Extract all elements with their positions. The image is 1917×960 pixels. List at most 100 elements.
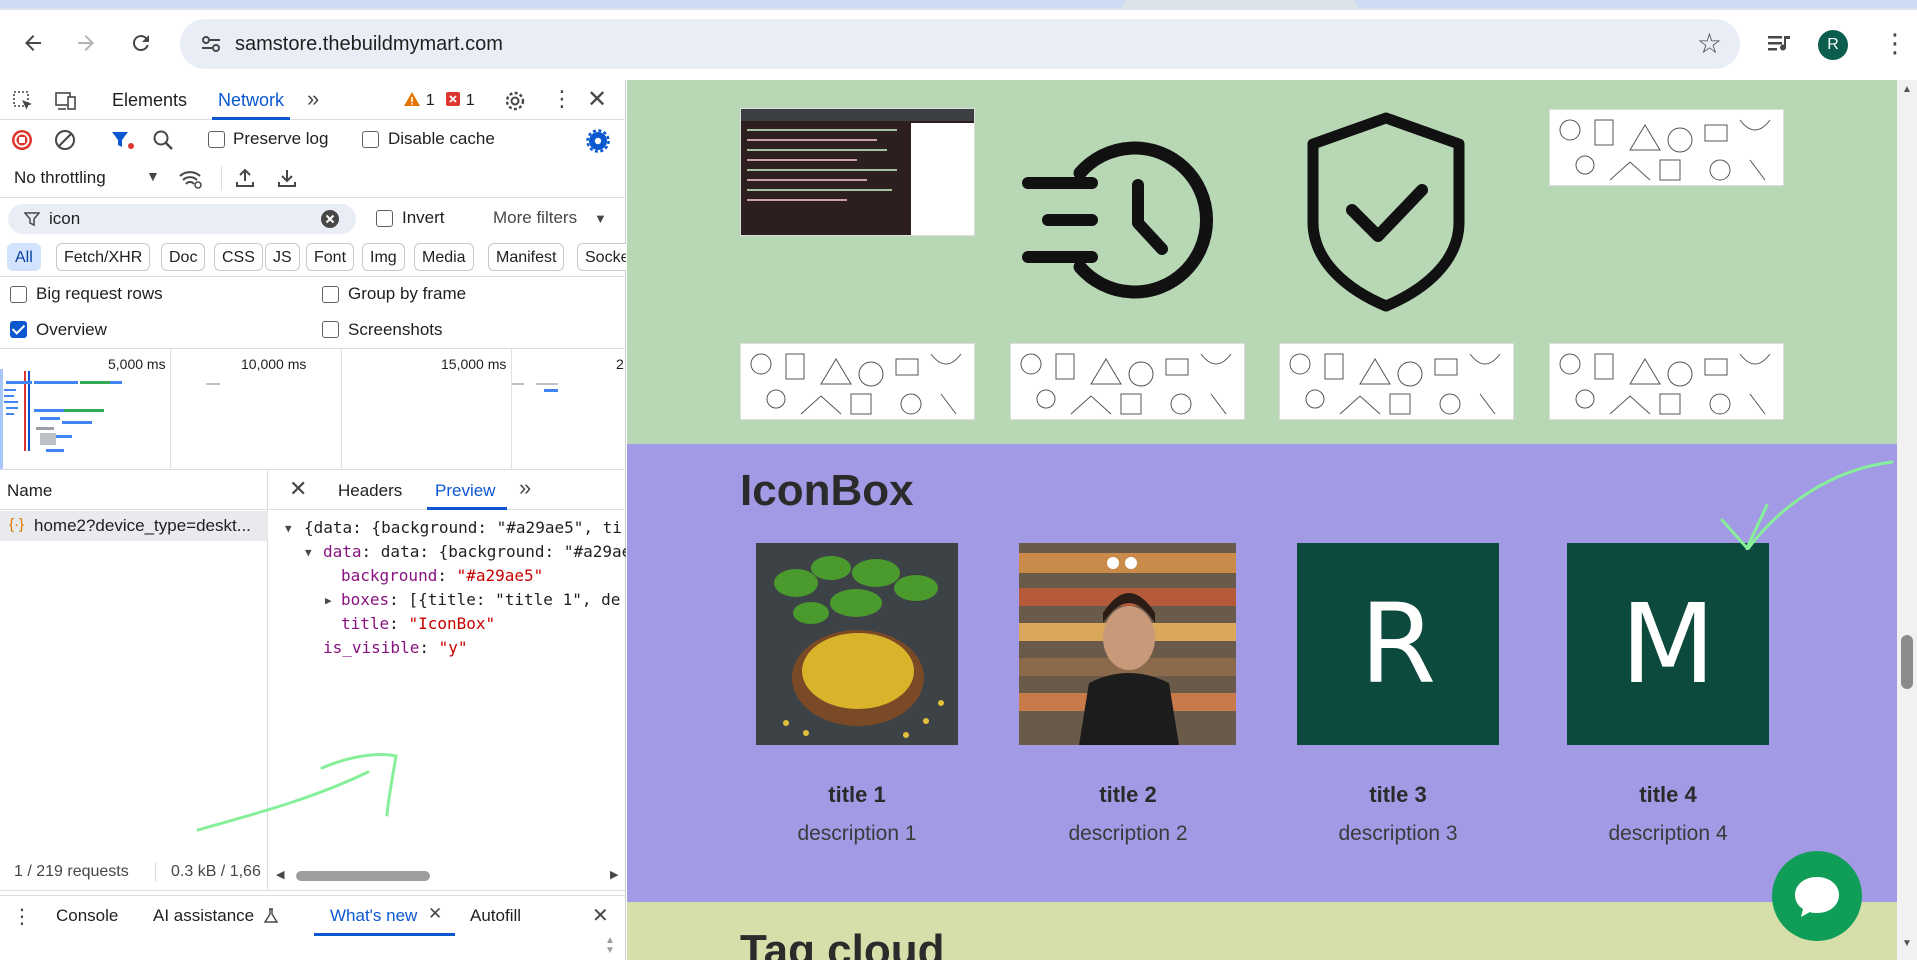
import-har-upload-icon[interactable] (234, 167, 256, 189)
json-key: background (341, 566, 438, 585)
drawer-tab-whats-new[interactable]: What's new (330, 906, 417, 926)
more-filters-dropdown[interactable]: More filters (493, 208, 577, 228)
card-letter: R (1359, 580, 1437, 708)
json-root-line[interactable]: {data: {background: "#a29ae5", ti (304, 518, 622, 537)
details-tabbar: ✕ Headers Preview » (269, 470, 626, 510)
bookmark-star-icon[interactable]: ☆ (1697, 27, 1722, 60)
group-by-frame-checkbox[interactable] (322, 286, 339, 303)
type-chip-media[interactable]: Media (414, 243, 474, 271)
close-drawer-icon[interactable]: ✕ (592, 903, 609, 928)
expand-triangle-icon[interactable]: ▶ (325, 594, 332, 607)
type-chip-fetch-xhr[interactable]: Fetch/XHR (56, 243, 151, 271)
error-indicator[interactable]: 1 (445, 90, 475, 110)
json-data-summary: data: {background: "#a29ae5", t (380, 542, 626, 561)
tab-network[interactable]: Network (211, 80, 291, 120)
screenshot-thumbnail[interactable] (740, 108, 975, 236)
chat-button[interactable] (1772, 851, 1862, 941)
browser-tab[interactable] (1355, 0, 1917, 8)
sketch-pattern-image[interactable] (1010, 343, 1245, 420)
url-text[interactable]: samstore.thebuildmymart.com (235, 33, 503, 56)
chevron-down-icon[interactable]: ▼ (594, 211, 607, 226)
card-image-shopper[interactable] (1019, 543, 1236, 745)
overview-timeline[interactable]: 5,000 ms 10,000 ms 15,000 ms 2 (0, 349, 626, 469)
status-divider (155, 862, 156, 882)
search-icon[interactable] (152, 129, 174, 151)
request-row[interactable]: {·} home2?device_type=deskt... (0, 511, 268, 541)
tab-preview[interactable]: Preview (435, 481, 495, 501)
clear-icon[interactable] (54, 129, 76, 151)
type-chip-js[interactable]: JS (265, 243, 300, 271)
export-har-download-icon[interactable] (276, 167, 298, 189)
back-button[interactable] (13, 23, 53, 63)
more-tabs-chevron-icon[interactable]: » (307, 86, 319, 112)
expand-triangle-icon[interactable]: ▼ (285, 522, 292, 535)
close-devtools-icon[interactable]: ✕ (587, 85, 607, 114)
devtools-panel: Elements Network » 1 1 ⋮ ✕ Preserve log … (0, 80, 626, 960)
chevron-down-icon[interactable]: ▼ (146, 168, 160, 184)
scroll-up-icon[interactable]: ▲ (1902, 84, 1912, 95)
expand-triangle-icon[interactable]: ▼ (305, 546, 312, 559)
type-chip-manifest[interactable]: Manifest (488, 243, 565, 271)
filter-input[interactable]: icon (8, 204, 356, 234)
filter-funnel-icon[interactable] (110, 129, 136, 151)
name-column-header[interactable]: Name (7, 481, 52, 501)
drawer-tab-autofill[interactable]: Autofill (470, 906, 521, 926)
big-request-rows-checkbox[interactable] (10, 286, 27, 303)
page-scrollbar[interactable]: ▲ ▼ (1897, 80, 1917, 960)
network-conditions-icon[interactable] (178, 167, 204, 191)
device-toolbar-icon[interactable] (54, 90, 78, 112)
stop-recording-icon[interactable] (11, 129, 33, 151)
forward-button[interactable] (66, 23, 106, 63)
overview-checkbox[interactable] (10, 321, 27, 338)
clear-filter-icon[interactable] (320, 209, 340, 229)
json-boxes-line[interactable]: boxes: [{title: "title 1", de (341, 590, 620, 609)
reload-button[interactable] (121, 23, 161, 63)
warning-indicator[interactable]: 1 (403, 90, 435, 110)
shield-check-icon[interactable] (1304, 112, 1469, 312)
scroll-left-icon[interactable]: ◀ (276, 868, 284, 881)
invert-checkbox[interactable] (376, 210, 393, 227)
tab-elements[interactable]: Elements (112, 80, 187, 120)
close-tab-icon[interactable]: ✕ (428, 904, 442, 924)
json-data-line[interactable]: data: data: {background: "#a29ae5", t (323, 542, 626, 561)
settings-gear-icon[interactable] (503, 89, 527, 113)
disable-cache-checkbox[interactable] (362, 131, 379, 148)
tab-headers[interactable]: Headers (338, 481, 402, 501)
drawer-tab-console[interactable]: Console (56, 906, 118, 926)
type-chip-doc[interactable]: Doc (161, 243, 206, 271)
more-tabs-chevron-icon[interactable]: » (519, 475, 531, 501)
drawer-tab-ai-assistance[interactable]: AI assistance (153, 906, 254, 926)
browser-menu-icon[interactable]: ⋮ (1882, 28, 1908, 59)
scroll-down-icon[interactable]: ▼ (1902, 938, 1912, 949)
card-letter-tile[interactable]: R (1297, 543, 1499, 745)
media-controls-icon[interactable] (1766, 32, 1794, 63)
preserve-log-checkbox[interactable] (208, 131, 225, 148)
horizontal-scrollbar[interactable]: ◀ ▶ (274, 868, 626, 884)
inspect-element-icon[interactable] (12, 90, 34, 112)
site-info-icon[interactable] (198, 31, 224, 57)
type-chip-all[interactable]: All (7, 243, 41, 271)
profile-avatar[interactable]: R (1818, 30, 1848, 60)
sketch-pattern-image[interactable] (740, 343, 975, 420)
type-chip-font[interactable]: Font (306, 243, 355, 271)
devtools-menu-icon[interactable]: ⋮ (551, 86, 573, 112)
screenshots-checkbox[interactable] (322, 321, 339, 338)
scroll-right-icon[interactable]: ▶ (610, 868, 618, 881)
scrollbar-thumb[interactable] (296, 871, 430, 881)
type-chip-css[interactable]: CSS (214, 243, 263, 271)
type-chip-socket[interactable]: Socke (577, 243, 626, 271)
close-details-icon[interactable]: ✕ (289, 476, 307, 502)
scrollbar-thumb[interactable] (1901, 635, 1913, 689)
type-chip-img[interactable]: Img (362, 243, 405, 271)
drawer-scroll-icon[interactable]: ▲ ▼ (605, 936, 615, 956)
network-settings-gear-icon[interactable] (586, 129, 610, 153)
card-letter-tile[interactable]: M (1567, 543, 1769, 745)
drawer-menu-icon[interactable]: ⋮ (12, 904, 32, 929)
browser-tab[interactable] (0, 0, 1125, 8)
sketch-pattern-image[interactable] (1279, 343, 1514, 420)
address-bar[interactable]: samstore.thebuildmymart.com ☆ (180, 19, 1740, 69)
fast-clock-icon[interactable] (1020, 135, 1215, 305)
card-image-fenugreek[interactable] (756, 543, 958, 745)
sketch-pattern-image[interactable] (1549, 109, 1784, 186)
throttling-select[interactable]: No throttling (14, 168, 106, 188)
